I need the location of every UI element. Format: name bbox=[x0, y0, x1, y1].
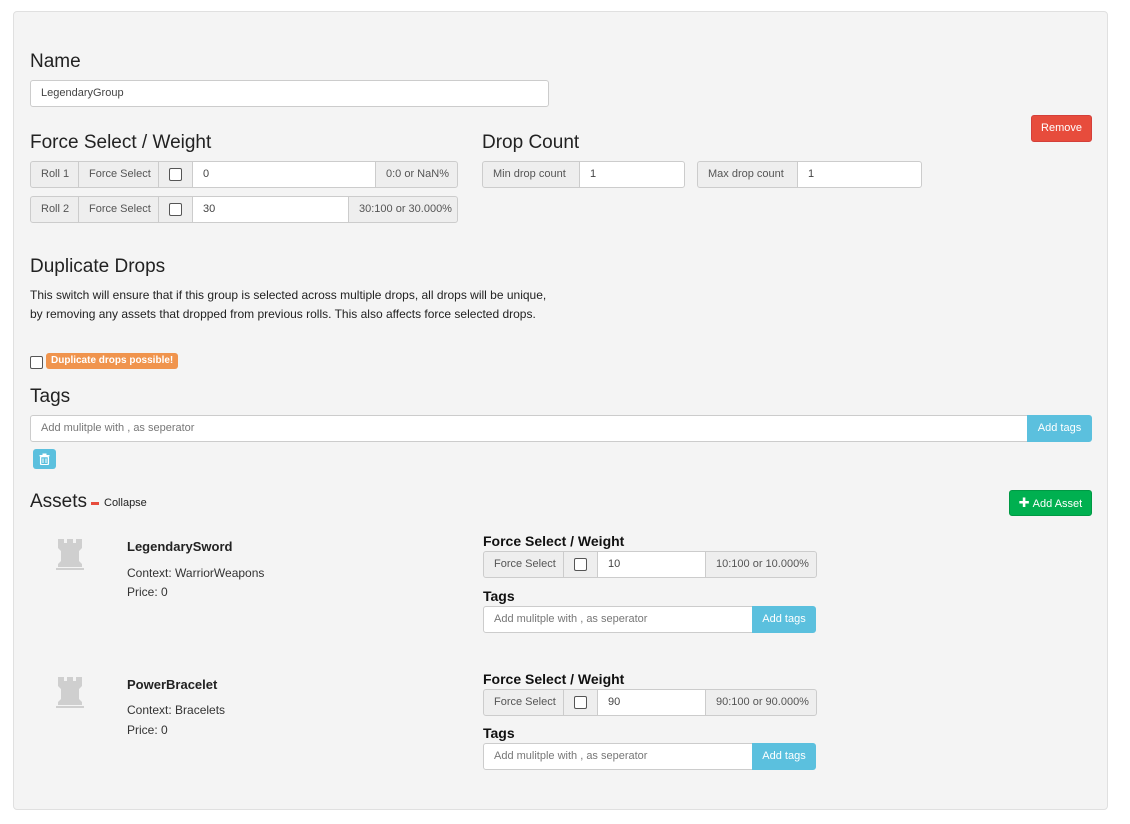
force-select-checkbox-wrap bbox=[563, 551, 598, 578]
asset-force-group: Force Select 90 90:100 or 90.000% bbox=[483, 689, 817, 716]
assets-heading: Assets bbox=[30, 491, 88, 512]
weight-input[interactable]: 30 bbox=[192, 196, 349, 223]
force-select-checkbox[interactable] bbox=[574, 558, 587, 571]
max-drop-group: Max drop count 1 bbox=[697, 161, 922, 188]
asset-name: LegendarySword bbox=[127, 539, 233, 554]
castle-rook-icon bbox=[55, 677, 85, 711]
asset-tags-group: Add mulitple with , as seperator Add tag… bbox=[483, 743, 816, 770]
force-select-checkbox[interactable] bbox=[169, 168, 182, 181]
weight-ratio: 10:100 or 10.000% bbox=[705, 551, 817, 578]
duplicate-heading: Duplicate Drops bbox=[30, 256, 166, 277]
asset-tags-input[interactable]: Add mulitple with , as seperator bbox=[483, 606, 753, 633]
roll-row: Roll 2 Force Select 30 30:100 or 30.000% bbox=[30, 196, 458, 223]
roll-row: Roll 1 Force Select 0 0:0 or NaN% bbox=[30, 161, 458, 188]
add-asset-label: Add Asset bbox=[1032, 498, 1083, 510]
add-asset-button[interactable]: ✚ Add Asset bbox=[1009, 490, 1092, 516]
force-select-label: Force Select bbox=[78, 161, 159, 188]
tags-input[interactable]: Add mulitple with , as seperator bbox=[30, 415, 1028, 442]
asset-force-heading: Force Select / Weight bbox=[483, 533, 625, 549]
name-heading: Name bbox=[30, 51, 81, 72]
max-drop-input[interactable]: 1 bbox=[797, 161, 922, 188]
tags-heading: Tags bbox=[30, 386, 71, 407]
asset-price: Price: 0 bbox=[127, 723, 168, 737]
weight-ratio: 0:0 or NaN% bbox=[375, 161, 458, 188]
force-select-checkbox-wrap bbox=[158, 196, 193, 223]
add-tags-button[interactable]: Add tags bbox=[752, 743, 816, 770]
weight-input[interactable]: 0 bbox=[192, 161, 376, 188]
min-drop-group: Min drop count 1 bbox=[482, 161, 685, 188]
asset-context: Context: WarriorWeapons bbox=[127, 566, 265, 580]
weight-ratio: 90:100 or 90.000% bbox=[705, 689, 817, 716]
max-drop-label: Max drop count bbox=[697, 161, 798, 188]
weight-input[interactable]: 90 bbox=[597, 689, 706, 716]
add-tags-button[interactable]: Add tags bbox=[752, 606, 816, 633]
plus-icon: ✚ bbox=[1018, 495, 1030, 510]
force-select-checkbox-wrap bbox=[563, 689, 598, 716]
roll-label: Roll 2 bbox=[30, 196, 79, 223]
weight-ratio: 30:100 or 30.000% bbox=[348, 196, 458, 223]
force-select-checkbox-wrap bbox=[158, 161, 193, 188]
duplicate-badge: Duplicate drops possible! bbox=[46, 353, 179, 369]
roll-label: Roll 1 bbox=[30, 161, 79, 188]
force-select-checkbox[interactable] bbox=[574, 696, 587, 709]
asset-tags-group: Add mulitple with , as seperator Add tag… bbox=[483, 606, 816, 633]
asset-force-group: Force Select 10 10:100 or 10.000% bbox=[483, 551, 817, 578]
castle-rook-icon bbox=[55, 539, 85, 573]
asset-tags-heading: Tags bbox=[483, 725, 515, 741]
min-drop-input[interactable]: 1 bbox=[579, 161, 685, 188]
add-tags-button[interactable]: Add tags bbox=[1027, 415, 1092, 442]
force-select-label: Force Select bbox=[483, 689, 564, 716]
remove-button[interactable]: Remove bbox=[1031, 115, 1092, 142]
weight-input[interactable]: 10 bbox=[597, 551, 706, 578]
asset-price: Price: 0 bbox=[127, 585, 168, 599]
minus-icon[interactable] bbox=[91, 502, 99, 505]
delete-tags-button[interactable] bbox=[33, 449, 56, 469]
asset-name: PowerBracelet bbox=[127, 677, 218, 692]
collapse-link[interactable]: Collapse bbox=[104, 497, 147, 509]
force-select-label: Force Select bbox=[483, 551, 564, 578]
asset-context: Context: Bracelets bbox=[127, 703, 226, 717]
force-select-heading: Force Select / Weight bbox=[30, 132, 212, 153]
asset-tags-input[interactable]: Add mulitple with , as seperator bbox=[483, 743, 753, 770]
asset-force-heading: Force Select / Weight bbox=[483, 671, 625, 687]
asset-tags-heading: Tags bbox=[483, 588, 515, 604]
tags-input-group: Add mulitple with , as seperator Add tag… bbox=[30, 415, 1092, 442]
name-input[interactable]: LegendaryGroup bbox=[30, 80, 549, 107]
duplicate-description: This switch will ensure that if this gro… bbox=[30, 288, 547, 321]
drop-count-heading: Drop Count bbox=[482, 132, 580, 153]
force-select-checkbox[interactable] bbox=[169, 203, 182, 216]
force-select-label: Force Select bbox=[78, 196, 159, 223]
min-drop-label: Min drop count bbox=[482, 161, 580, 188]
trash-icon bbox=[39, 453, 50, 465]
duplicate-checkbox[interactable] bbox=[30, 356, 43, 369]
